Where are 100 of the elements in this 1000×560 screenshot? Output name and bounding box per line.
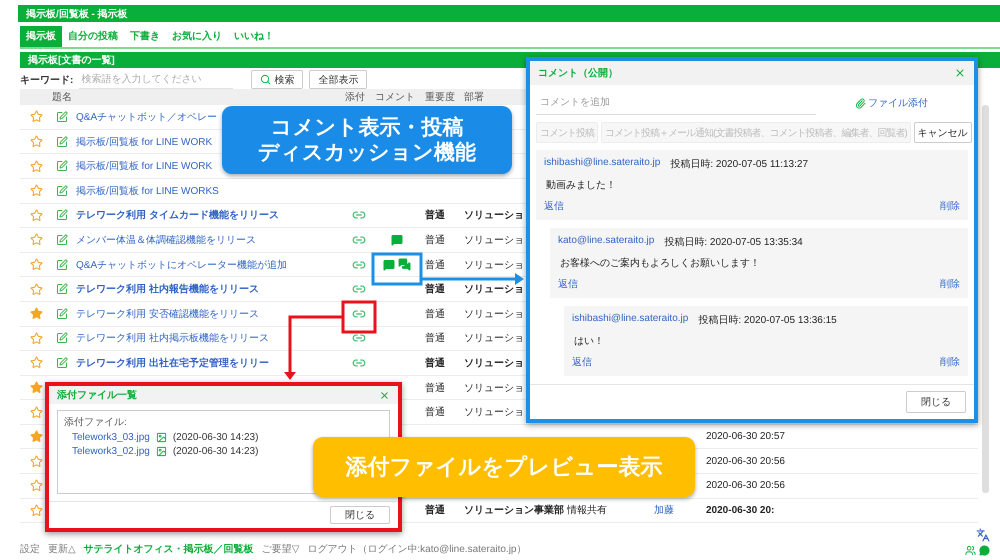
table-cell: 2020-06-30 20:57 xyxy=(706,431,785,442)
star-icon[interactable] xyxy=(30,454,42,468)
file-link[interactable]: Telework3_02.jpg xyxy=(72,446,150,457)
image-icon[interactable] xyxy=(156,432,167,443)
edit-icon[interactable] xyxy=(56,332,68,344)
comment-author-link[interactable]: ishibashi@line.sateraito.jp xyxy=(544,157,660,171)
document-title-link[interactable]: Q&Aチャットボットにオペレーター機能が追加 xyxy=(76,258,288,272)
author-link[interactable]: 加藤 xyxy=(654,503,674,518)
tab[interactable]: 掲示板 xyxy=(20,26,62,47)
document-title-link[interactable]: テレワーク利用 出社在宅予定管理をリリー xyxy=(76,356,269,370)
footer-link[interactable]: ログアウト（ログイン中:kato@line.sateraito.jp） xyxy=(307,542,526,556)
document-title-link[interactable]: 掲示板/回覧板 for LINE WORK xyxy=(76,159,212,174)
comment-author-link[interactable]: kato@line.sateraito.jp xyxy=(558,235,654,249)
delete-link[interactable]: 削除 xyxy=(940,277,960,291)
edit-icon[interactable] xyxy=(56,283,68,296)
comment-text: お客様へのご案内もよろしくお願いします！ xyxy=(559,256,761,270)
table-cell-text: 普通 xyxy=(425,406,445,420)
star-icon[interactable] xyxy=(30,504,42,517)
translate-icon[interactable] xyxy=(976,528,990,542)
delete-link[interactable]: 削除 xyxy=(940,199,960,213)
document-title-link[interactable]: メンバー体温＆体調確認機能をリリース xyxy=(76,232,256,247)
star-icon[interactable] xyxy=(30,184,42,198)
document-title-link[interactable]: テレワーク利用 社内掲示板機能をリリース xyxy=(76,331,269,346)
table-cell-text: ソリューショ xyxy=(464,356,524,370)
close-button[interactable]: 閉じる xyxy=(330,506,390,524)
chat-icon[interactable] xyxy=(979,545,990,556)
tab[interactable]: お気に入り xyxy=(166,26,228,47)
scrollbar[interactable] xyxy=(982,105,989,494)
footer-link[interactable]: サテライトオフィス・掲示板／回覧板 xyxy=(84,542,254,556)
delete-link[interactable]: 削除 xyxy=(940,355,960,369)
star-icon[interactable] xyxy=(30,282,42,296)
close-icon[interactable] xyxy=(379,390,390,400)
footer-link[interactable]: ご要望▽ xyxy=(262,542,300,556)
comment-date: 投稿日時: 2020-07-05 11:13:27 xyxy=(670,158,808,171)
table-cell-text: 普通 xyxy=(425,234,445,247)
document-title-link[interactable]: 掲示板/回覧板 for LINE WORKS xyxy=(76,184,219,198)
column-header: コメント xyxy=(375,91,415,104)
document-title-link[interactable]: テレワーク利用 タイムカード機能をリリース xyxy=(76,208,279,222)
dialog-button[interactable]: キャンセル xyxy=(914,122,972,143)
star-icon[interactable] xyxy=(30,406,42,419)
table-cell-text: ソリューション事業部 xyxy=(464,504,564,518)
edit-icon[interactable] xyxy=(56,160,68,172)
star-icon[interactable] xyxy=(30,381,42,394)
reply-link[interactable]: 返信 xyxy=(558,277,578,291)
file-list-label: 添付ファイル: xyxy=(64,416,128,429)
star-icon[interactable] xyxy=(30,356,42,370)
edit-icon[interactable] xyxy=(56,258,68,271)
close-button[interactable]: 閉じる xyxy=(906,391,966,413)
star-icon[interactable] xyxy=(30,135,42,148)
star-icon[interactable] xyxy=(30,110,42,124)
callout-text: 添付ファイルをプレビュー表示 xyxy=(346,454,662,480)
edit-icon[interactable] xyxy=(56,184,68,197)
reply-link[interactable]: 返信 xyxy=(572,355,592,369)
star-icon[interactable] xyxy=(30,332,42,345)
star-icon[interactable] xyxy=(30,430,42,444)
star-icon[interactable] xyxy=(30,208,42,222)
edit-icon[interactable] xyxy=(56,209,68,222)
document-title-link[interactable]: テレワーク利用 安否確認機能をリリース xyxy=(76,306,259,321)
table-cell-text: ソリューショ xyxy=(464,234,524,247)
comments-icon[interactable] xyxy=(398,258,411,272)
image-icon[interactable] xyxy=(156,446,167,457)
paperclip-icon xyxy=(855,98,866,108)
search-button[interactable]: 検索 xyxy=(251,70,304,90)
edit-icon[interactable] xyxy=(56,136,68,148)
edit-icon[interactable] xyxy=(56,234,68,246)
star-icon[interactable] xyxy=(30,479,42,492)
edit-icon[interactable] xyxy=(56,356,68,369)
star-icon[interactable] xyxy=(30,233,42,246)
callout-text: コメント表示・投稿 ディスカッション機能 xyxy=(258,114,476,166)
star-icon[interactable] xyxy=(30,307,42,320)
file-attach-link[interactable]: ファイル添付 xyxy=(855,96,928,110)
comment-author-link[interactable]: ishibashi@line.sateraito.jp xyxy=(572,313,688,327)
table-cell: 2020-06-30 20: xyxy=(706,504,774,516)
document-title-link[interactable]: テレワーク利用 社内報告機能をリリース xyxy=(76,282,259,296)
edit-icon[interactable] xyxy=(56,110,68,123)
comment-icon[interactable] xyxy=(391,234,403,246)
file-date: (2020-06-30 14:23) xyxy=(172,432,258,443)
table-cell: 普通 xyxy=(425,208,445,222)
document-title-link[interactable]: Q&Aチャットボット／オペレー xyxy=(76,110,218,124)
tab[interactable]: いいね！ xyxy=(228,26,280,47)
reply-link[interactable]: 返信 xyxy=(544,199,564,213)
people-icon[interactable] xyxy=(965,545,976,556)
comment-icon[interactable] xyxy=(383,258,395,271)
tab[interactable]: 自分の投稿 xyxy=(62,26,124,47)
footer-link[interactable]: 更新△ xyxy=(48,542,76,556)
column-header: 部署 xyxy=(464,90,484,104)
comment-text: 動画みました！ xyxy=(545,179,617,192)
file-link[interactable]: Telework3_03.jpg xyxy=(72,432,150,443)
keyword-label: キーワード: xyxy=(20,74,74,87)
footer-link[interactable]: 設定 xyxy=(20,542,40,556)
close-icon[interactable] xyxy=(954,67,966,79)
highlight-frame xyxy=(372,252,422,286)
tab[interactable]: 下書き xyxy=(124,26,166,47)
edit-icon[interactable] xyxy=(56,308,68,320)
star-icon[interactable] xyxy=(30,160,42,173)
star-icon[interactable] xyxy=(30,258,42,272)
table-cell-text: ソリューショ xyxy=(464,406,524,420)
section-title: 掲示板[文書の一覧] xyxy=(28,54,115,67)
show-all-button[interactable]: 全部表示 xyxy=(309,70,368,90)
document-title-link[interactable]: 掲示板/回覧板 for LINE WORK xyxy=(76,134,212,149)
